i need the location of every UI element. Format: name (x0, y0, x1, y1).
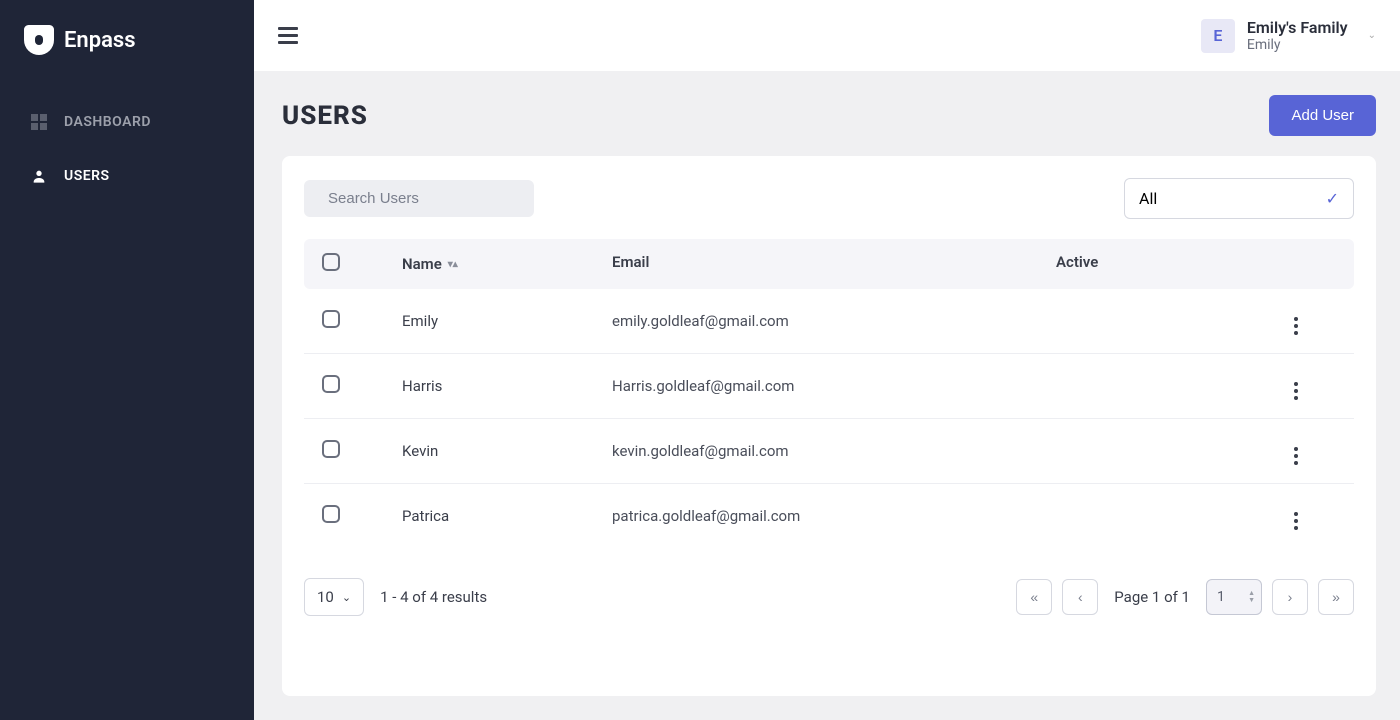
menu-toggle-button[interactable] (278, 27, 298, 44)
chevron-down-icon: ⌄ (342, 591, 351, 604)
cell-email: patrica.goldleaf@gmail.com (612, 507, 1056, 525)
account-name: Emily's Family (1247, 18, 1348, 37)
filter-select[interactable]: All ✓ (1124, 178, 1354, 219)
table-footer: 10 ⌄ 1 - 4 of 4 results « ‹ Page 1 of 1 … (304, 578, 1354, 616)
row-actions-button[interactable] (1294, 447, 1298, 465)
last-page-button[interactable]: » (1318, 579, 1354, 615)
check-icon: ✓ (1326, 189, 1339, 208)
row-checkbox[interactable] (322, 505, 340, 523)
account-menu[interactable]: E Emily's Family Emily ⌄ (1201, 18, 1376, 53)
stepper-icon: ▲▼ (1248, 590, 1255, 604)
brand-logo: Enpass (0, 0, 254, 95)
add-user-button[interactable]: Add User (1269, 95, 1376, 136)
users-card: All ✓ Name ▾▴ Email (282, 156, 1376, 696)
sidebar-item-dashboard[interactable]: DASHBOARD (0, 95, 254, 149)
search-field[interactable] (304, 180, 534, 217)
column-active: Active (1056, 253, 1256, 275)
row-actions-button[interactable] (1294, 317, 1298, 335)
header: E Emily's Family Emily ⌄ (254, 0, 1400, 71)
row-checkbox[interactable] (322, 310, 340, 328)
filter-selected-label: All (1139, 189, 1157, 208)
column-name-label: Name (402, 255, 442, 273)
table-row: Patrica patrica.goldleaf@gmail.com (304, 484, 1354, 548)
sidebar-item-label: DASHBOARD (64, 114, 151, 130)
avatar: E (1201, 19, 1235, 53)
page-input-value: 1 (1217, 589, 1225, 605)
row-actions-button[interactable] (1294, 382, 1298, 400)
select-all-checkbox[interactable] (322, 253, 340, 271)
table-row: Emily emily.goldleaf@gmail.com (304, 289, 1354, 354)
column-email[interactable]: Email (612, 253, 1056, 275)
row-actions-button[interactable] (1294, 512, 1298, 530)
cell-name: Emily (402, 312, 612, 330)
grid-icon (30, 113, 48, 131)
row-checkbox[interactable] (322, 440, 340, 458)
next-page-button[interactable]: › (1272, 579, 1308, 615)
search-input[interactable] (328, 190, 527, 207)
prev-page-button[interactable]: ‹ (1062, 579, 1098, 615)
brand-name: Enpass (64, 28, 136, 53)
main: E Emily's Family Emily ⌄ USERS Add User (254, 0, 1400, 720)
cell-name: Patrica (402, 507, 612, 525)
table-row: Harris Harris.goldleaf@gmail.com (304, 354, 1354, 419)
users-table: Name ▾▴ Email Active Emily emily.goldlea… (304, 239, 1354, 548)
sort-icon: ▾▴ (448, 259, 458, 270)
sidebar-item-users[interactable]: USERS (0, 149, 254, 203)
pagination: « ‹ Page 1 of 1 1 ▲▼ › » (1016, 579, 1354, 615)
sidebar: Enpass DASHBOARD USERS (0, 0, 254, 720)
page-head: USERS Add User (282, 95, 1376, 136)
shield-icon (24, 25, 54, 55)
card-toolbar: All ✓ (304, 178, 1354, 219)
page-size-value: 10 (317, 588, 334, 606)
table-header: Name ▾▴ Email Active (304, 239, 1354, 289)
column-name[interactable]: Name ▾▴ (402, 253, 612, 275)
cell-name: Kevin (402, 442, 612, 460)
chevron-down-icon: ⌄ (1368, 30, 1376, 41)
cell-email: emily.goldleaf@gmail.com (612, 312, 1056, 330)
page-title: USERS (282, 101, 368, 131)
cell-name: Harris (402, 377, 612, 395)
table-row: Kevin kevin.goldleaf@gmail.com (304, 419, 1354, 484)
page-info: Page 1 of 1 (1114, 588, 1190, 606)
page-number-input[interactable]: 1 ▲▼ (1206, 579, 1262, 615)
cell-email: Harris.goldleaf@gmail.com (612, 377, 1056, 395)
page-size-select[interactable]: 10 ⌄ (304, 578, 364, 616)
sidebar-item-label: USERS (64, 168, 110, 184)
row-checkbox[interactable] (322, 375, 340, 393)
results-text: 1 - 4 of 4 results (380, 588, 487, 606)
column-email-label: Email (612, 253, 649, 271)
cell-email: kevin.goldleaf@gmail.com (612, 442, 1056, 460)
account-sub: Emily (1247, 37, 1348, 53)
user-icon (30, 167, 48, 185)
first-page-button[interactable]: « (1016, 579, 1052, 615)
column-active-label: Active (1056, 253, 1098, 271)
page-body: USERS Add User All ✓ (254, 71, 1400, 720)
